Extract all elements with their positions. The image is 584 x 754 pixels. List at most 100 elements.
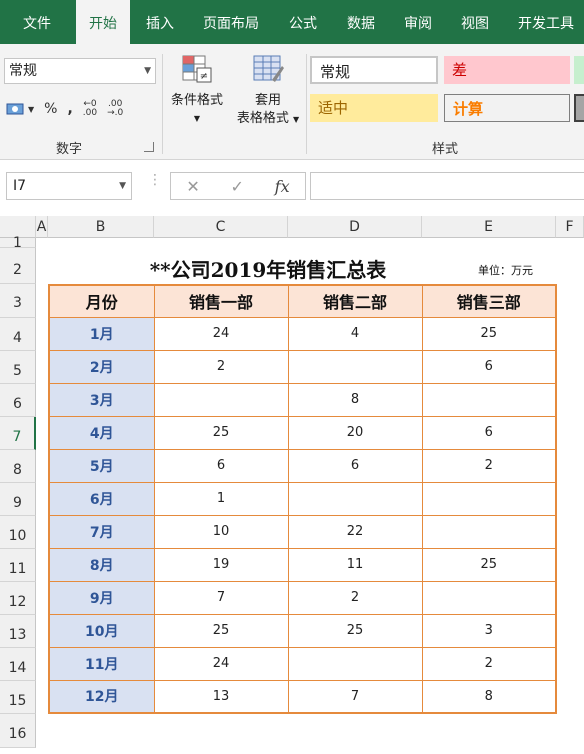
row-header-14[interactable]: 14 (0, 648, 36, 681)
value-cell[interactable]: 7 (153, 580, 289, 615)
value-cell[interactable]: 8 (287, 382, 423, 417)
number-format-dropdown[interactable]: 常规 ▼ (4, 58, 156, 84)
value-cell[interactable] (153, 382, 289, 417)
tab-review[interactable]: 审阅 (394, 0, 442, 44)
percent-icon[interactable]: % (44, 101, 57, 117)
value-cell[interactable]: 3 (421, 613, 557, 648)
value-cell[interactable] (421, 514, 557, 549)
column-header-d[interactable]: D (288, 216, 422, 238)
month-cell[interactable]: 11月 (48, 646, 155, 681)
decrease-decimal-icon[interactable]: .00 →.0 (107, 100, 123, 118)
value-cell[interactable]: 24 (153, 646, 289, 681)
month-cell[interactable]: 6月 (48, 481, 155, 516)
row-header-15[interactable]: 15 (0, 681, 36, 714)
month-cell[interactable]: 4月 (48, 415, 155, 450)
value-cell[interactable]: 8 (421, 679, 557, 714)
header-dept-1[interactable]: 销售一部 (153, 284, 289, 318)
row-header-9[interactable]: 9 (0, 483, 36, 516)
value-cell[interactable]: 4 (287, 316, 423, 351)
tab-file[interactable]: 文件 (8, 0, 66, 44)
tab-view[interactable]: 视图 (450, 0, 500, 44)
row-header-3[interactable]: 3 (0, 284, 36, 318)
header-month[interactable]: 月份 (48, 284, 155, 318)
month-cell[interactable]: 10月 (48, 613, 155, 648)
comma-icon[interactable]: , (67, 101, 72, 117)
value-cell[interactable]: 2 (421, 448, 557, 483)
tab-formulas[interactable]: 公式 (278, 0, 328, 44)
row-header-4[interactable]: 4 (0, 318, 36, 351)
formula-input[interactable] (310, 172, 584, 200)
column-header-e[interactable]: E (422, 216, 556, 238)
column-header-a[interactable]: A (36, 216, 48, 238)
style-bad[interactable]: 差 (444, 56, 570, 84)
drag-handle-icon[interactable]: ⋮ (148, 173, 162, 187)
month-cell[interactable]: 8月 (48, 547, 155, 582)
tab-home[interactable]: 开始 (76, 0, 130, 46)
style-good-partial[interactable] (574, 56, 584, 84)
cancel-icon[interactable]: ✕ (186, 177, 199, 196)
value-cell[interactable]: 6 (421, 349, 557, 384)
value-cell[interactable]: 22 (287, 514, 423, 549)
header-dept-2[interactable]: 销售二部 (287, 284, 423, 318)
value-cell[interactable] (287, 481, 423, 516)
value-cell[interactable]: 6 (421, 415, 557, 450)
name-box[interactable]: I7 ▼ (6, 172, 132, 200)
value-cell[interactable]: 2 (421, 646, 557, 681)
header-dept-3[interactable]: 销售三部 (421, 284, 557, 318)
tab-data[interactable]: 数据 (336, 0, 386, 44)
value-cell[interactable]: 11 (287, 547, 423, 582)
insert-function-icon[interactable]: fx (275, 177, 290, 196)
row-header-8[interactable]: 8 (0, 450, 36, 483)
value-cell[interactable]: 6 (287, 448, 423, 483)
month-cell[interactable]: 3月 (48, 382, 155, 417)
column-header-b[interactable]: B (48, 216, 154, 238)
currency-icon[interactable]: ▼ (6, 101, 34, 117)
format-as-table-button[interactable]: 套用 表格格式 ▼ (232, 54, 304, 129)
month-cell[interactable]: 12月 (48, 679, 155, 714)
month-cell[interactable]: 2月 (48, 349, 155, 384)
value-cell[interactable] (287, 349, 423, 384)
value-cell[interactable]: 25 (153, 613, 289, 648)
value-cell[interactable]: 24 (153, 316, 289, 351)
increase-decimal-icon[interactable]: ←0.00 (83, 100, 97, 118)
value-cell[interactable] (421, 481, 557, 516)
row-header-6[interactable]: 6 (0, 384, 36, 417)
month-cell[interactable]: 7月 (48, 514, 155, 549)
row-header-5[interactable]: 5 (0, 351, 36, 384)
row-header-16[interactable]: 16 (0, 714, 36, 748)
row-header-12[interactable]: 12 (0, 582, 36, 615)
row-header-11[interactable]: 11 (0, 549, 36, 582)
sheet-title[interactable]: **公司2019年销售汇总表 (48, 254, 488, 283)
style-calculation[interactable]: 计算 (444, 94, 570, 122)
column-header-c[interactable]: C (154, 216, 288, 238)
dialog-launcher-icon[interactable] (144, 142, 154, 152)
style-check-partial[interactable] (574, 94, 584, 122)
month-cell[interactable]: 9月 (48, 580, 155, 615)
value-cell[interactable] (287, 646, 423, 681)
column-header-f[interactable]: F (556, 216, 584, 238)
row-header-13[interactable]: 13 (0, 615, 36, 648)
value-cell[interactable]: 25 (287, 613, 423, 648)
value-cell[interactable]: 13 (153, 679, 289, 714)
row-header-2[interactable]: 2 (0, 248, 36, 284)
conditional-format-button[interactable]: ≠ 条件格式 ▼ (164, 54, 230, 128)
tab-developer[interactable]: 开发工具 (508, 0, 584, 44)
tab-page-layout[interactable]: 页面布局 (194, 0, 268, 44)
unit-label[interactable]: 单位：万元 (478, 262, 533, 278)
value-cell[interactable]: 2 (287, 580, 423, 615)
value-cell[interactable]: 20 (287, 415, 423, 450)
value-cell[interactable]: 25 (421, 316, 557, 351)
enter-icon[interactable]: ✓ (231, 177, 244, 196)
row-header-10[interactable]: 10 (0, 516, 36, 549)
value-cell[interactable]: 1 (153, 481, 289, 516)
value-cell[interactable]: 7 (287, 679, 423, 714)
tab-insert[interactable]: 插入 (136, 0, 184, 44)
value-cell[interactable]: 2 (153, 349, 289, 384)
row-header-1[interactable]: 1 (0, 236, 36, 250)
value-cell[interactable]: 25 (153, 415, 289, 450)
style-neutral[interactable]: 适中 (310, 94, 438, 122)
value-cell[interactable]: 10 (153, 514, 289, 549)
value-cell[interactable]: 25 (421, 547, 557, 582)
month-cell[interactable]: 1月 (48, 316, 155, 351)
value-cell[interactable]: 19 (153, 547, 289, 582)
